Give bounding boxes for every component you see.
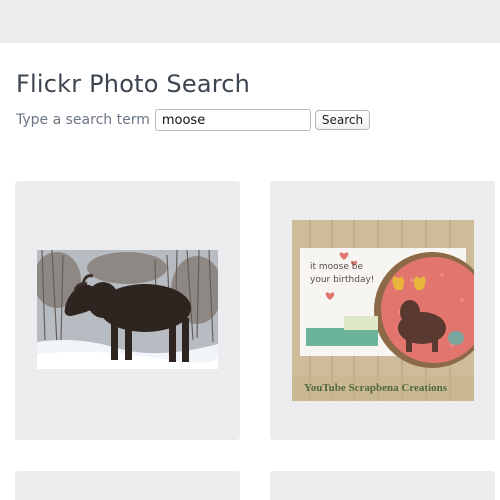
result-card[interactable] bbox=[15, 181, 240, 440]
watermark-text: YouTube Scrapbena Creations bbox=[304, 382, 448, 394]
result-card[interactable]: it moose be your birthday! YouTube Scrap… bbox=[270, 181, 495, 440]
search-button[interactable]: Search bbox=[314, 110, 371, 130]
result-photo-moose-snow[interactable] bbox=[37, 250, 218, 369]
card-text-line1: it moose be bbox=[310, 262, 364, 272]
card-text-line2: your birthday! bbox=[310, 275, 375, 285]
photo-moose-snow-image bbox=[37, 250, 218, 369]
result-photo-moose-birthday-card[interactable]: it moose be your birthday! YouTube Scrap… bbox=[292, 220, 474, 401]
page-title: Flickr Photo Search bbox=[16, 70, 251, 98]
top-bar bbox=[0, 0, 500, 43]
search-input[interactable] bbox=[154, 109, 311, 131]
search-label: Type a search term bbox=[16, 112, 150, 128]
result-card[interactable] bbox=[15, 471, 240, 500]
photo-birthday-card-image bbox=[292, 220, 474, 401]
search-form: Type a search term Search bbox=[16, 109, 371, 131]
result-card[interactable] bbox=[270, 471, 495, 500]
